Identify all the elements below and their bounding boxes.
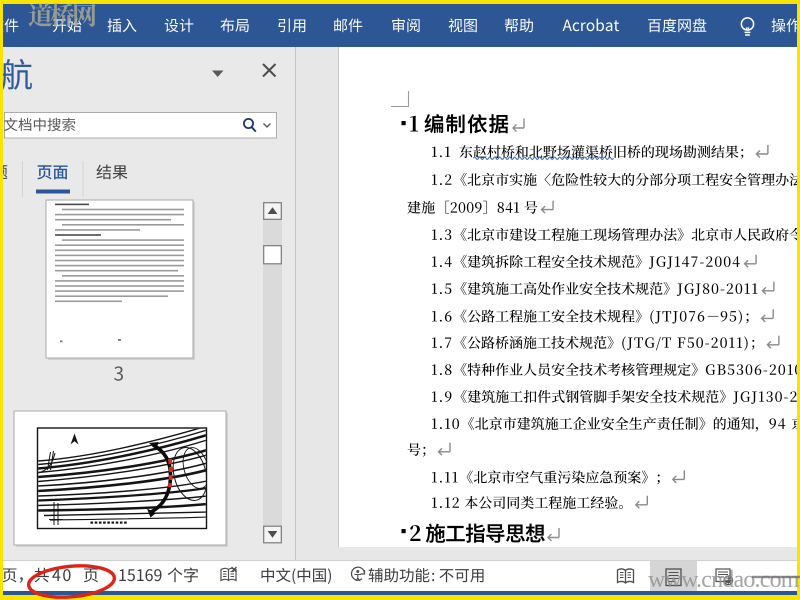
svg-text:www.cndao.com: www.cndao.com <box>648 567 800 593</box>
